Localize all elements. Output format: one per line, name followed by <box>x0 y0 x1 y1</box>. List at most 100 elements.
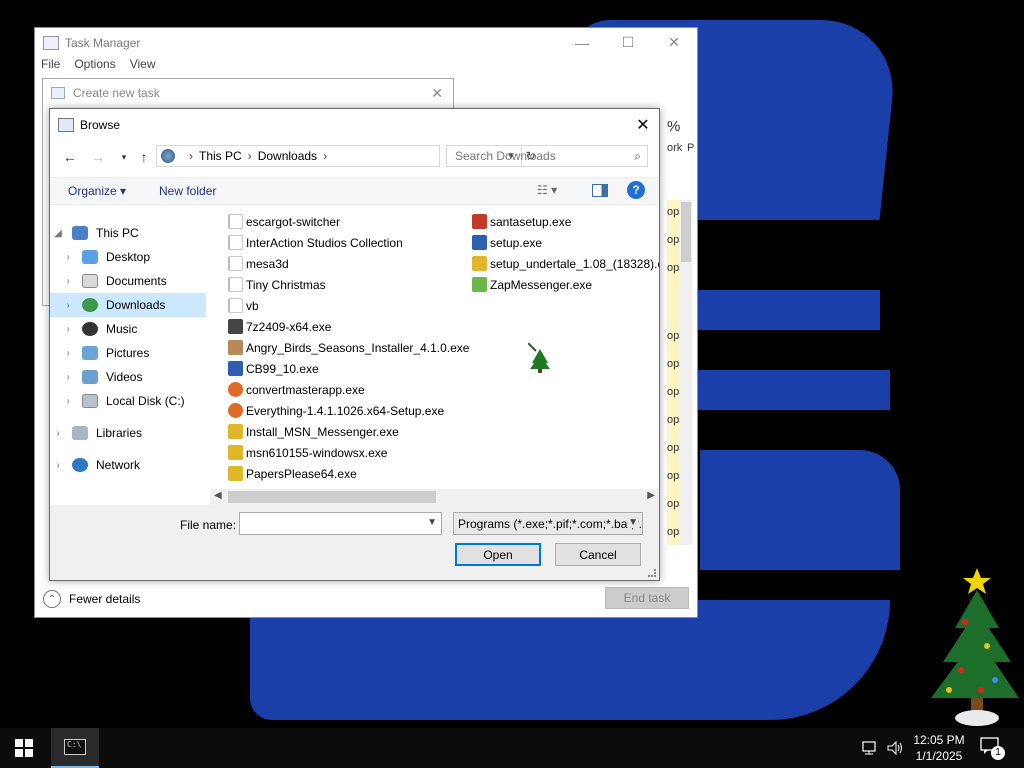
browse-titlebar[interactable]: Browse <box>50 109 659 140</box>
nav-music[interactable]: › Music <box>60 317 216 341</box>
list-item[interactable]: Tiny Christmas <box>228 274 326 295</box>
help-icon[interactable]: ? <box>627 181 645 199</box>
chevron-down-icon[interactable]: ▼ <box>427 517 437 528</box>
chevron-up-icon[interactable]: ⌃ <box>43 590 61 608</box>
start-button[interactable] <box>0 728 48 768</box>
list-item[interactable]: InterAction Studios Collection <box>228 232 403 253</box>
list-item[interactable]: setup_undertale_1.08_(18328).exe <box>472 253 659 274</box>
nav-videos[interactable]: › Videos <box>60 365 216 389</box>
list-item[interactable]: msn610155-windowsx.exe <box>228 442 387 463</box>
nav-downloads[interactable]: › Downloads <box>50 293 206 317</box>
nav-documents[interactable]: › Documents <box>60 269 216 293</box>
menu-file[interactable]: File <box>41 57 60 77</box>
forward-arrow-icon[interactable]: → <box>88 147 108 167</box>
scroll-left-icon[interactable]: ◀ <box>214 490 222 501</box>
fewer-details-link[interactable]: Fewer details <box>69 592 140 606</box>
browse-dialog: Browse ✕ ← → ▾ ↑ › This PC › Downloads ›… <box>49 108 660 581</box>
nav-local-disk[interactable]: › Local Disk (C:) <box>60 389 216 413</box>
breadcrumb-this-pc[interactable]: This PC <box>199 149 242 163</box>
new-folder-button[interactable]: New folder <box>159 184 216 198</box>
file-name-field[interactable]: ▼ <box>239 512 442 535</box>
close-icon[interactable]: ✕ <box>431 85 443 102</box>
list-item[interactable]: 7z2409-x64.exe <box>228 316 331 337</box>
breadcrumb-separator-icon[interactable]: › <box>189 149 193 163</box>
breadcrumb-separator-icon[interactable]: › <box>248 149 252 163</box>
network-tray-icon[interactable] <box>862 728 880 768</box>
close-button[interactable]: ✕ <box>651 28 697 57</box>
create-task-titlebar[interactable]: Create new task ✕ <box>43 79 453 107</box>
resize-grip-icon[interactable] <box>648 569 656 577</box>
end-task-button[interactable]: End task <box>605 587 689 609</box>
undertale-icon <box>472 256 487 271</box>
chevron-expanded-icon[interactable]: ◢ <box>50 228 66 239</box>
chevron-right-icon[interactable]: › <box>60 348 76 359</box>
recent-locations-chevron-icon[interactable]: ▾ <box>114 147 134 167</box>
chevron-right-icon[interactable]: › <box>60 324 76 335</box>
taskbar-app-terminal[interactable]: C:\ <box>51 728 99 768</box>
open-button[interactable]: Open <box>455 543 541 566</box>
scroll-right-icon[interactable]: ▶ <box>647 490 655 501</box>
address-bar[interactable]: › This PC › Downloads › ▼ ↻ <box>156 145 536 167</box>
maximize-button[interactable]: ☐ <box>605 28 651 57</box>
chevron-right-icon[interactable]: › <box>60 276 76 287</box>
scrollbar-thumb[interactable] <box>681 202 691 262</box>
nav-label: Videos <box>106 370 143 384</box>
nav-libraries[interactable]: › Libraries <box>50 421 206 445</box>
scrollbar-thumb[interactable] <box>228 491 436 503</box>
organize-button[interactable]: Organize ▾ <box>68 184 126 198</box>
list-item[interactable]: PapersPlease64.exe <box>228 463 357 484</box>
list-item[interactable]: Install_MSN_Messenger.exe <box>228 421 399 442</box>
task-manager-scrollbar[interactable] <box>680 200 692 545</box>
up-arrow-icon[interactable]: ↑ <box>134 147 154 167</box>
list-item[interactable]: Angry_Birds_Seasons_Installer_4.1.0.exe <box>228 337 469 358</box>
list-item[interactable]: mesa3d <box>228 253 289 274</box>
column-network[interactable]: ork <box>667 142 682 154</box>
list-item[interactable]: setup.exe <box>472 232 542 253</box>
list-item[interactable]: ZapMessenger.exe <box>472 274 592 295</box>
back-arrow-icon[interactable]: ← <box>60 147 80 167</box>
menu-options[interactable]: Options <box>74 57 115 77</box>
chevron-right-icon[interactable]: › <box>50 428 66 439</box>
chevron-right-icon[interactable]: › <box>60 252 76 263</box>
list-item[interactable]: Everything-1.4.1.1026.x64-Setup.exe <box>228 400 444 421</box>
system-clock[interactable]: 12:05 PM 1/1/2025 <box>906 732 972 764</box>
cancel-button[interactable]: Cancel <box>555 543 641 566</box>
search-placeholder: Search Downloads <box>455 149 556 163</box>
list-item[interactable]: CB99_10.exe <box>228 358 319 379</box>
search-icon[interactable]: ⌕ <box>634 149 641 164</box>
nav-network[interactable]: › Network <box>50 453 206 477</box>
column-p[interactable]: P <box>687 142 694 154</box>
list-item[interactable]: escargot-switcher <box>228 211 340 232</box>
preview-pane-icon[interactable] <box>592 184 608 197</box>
santa-icon <box>472 214 487 229</box>
clock-time: 12:05 PM <box>913 733 965 747</box>
list-item[interactable]: vb <box>228 295 259 316</box>
breadcrumb-separator-icon[interactable]: › <box>323 149 327 163</box>
list-item[interactable]: convertmasterapp.exe <box>228 379 365 400</box>
breadcrumb-downloads[interactable]: Downloads <box>258 149 317 163</box>
chevron-right-icon[interactable]: › <box>50 460 66 471</box>
list-item[interactable]: santasetup.exe <box>472 211 571 232</box>
chevron-right-icon[interactable]: › <box>60 300 76 311</box>
volume-tray-icon[interactable] <box>886 728 904 768</box>
nav-this-pc[interactable]: ◢ This PC <box>50 221 206 245</box>
notification-count: 1 <box>991 746 1005 760</box>
chevron-down-icon[interactable]: ▼ <box>628 517 638 528</box>
music-icon <box>82 322 98 336</box>
chevron-right-icon[interactable]: › <box>60 372 76 383</box>
close-button[interactable]: ✕ <box>627 109 659 140</box>
file-name: 7z2409-x64.exe <box>246 319 332 334</box>
nav-pictures[interactable]: › Pictures <box>60 341 216 365</box>
chevron-right-icon[interactable]: › <box>60 396 76 407</box>
file-name: escargot-switcher <box>246 214 341 229</box>
view-options-icon[interactable]: ☷ ▾ <box>537 183 573 197</box>
network-column-cells: ops ops ops ops ops ops ops ops ops ops … <box>667 200 685 545</box>
nav-label: Documents <box>106 274 167 288</box>
horizontal-scrollbar[interactable]: ◀ ▶ <box>210 489 659 505</box>
file-type-select[interactable]: Programs (*.exe;*.pif;*.com;*.bat;*.cmd)… <box>453 512 643 535</box>
menu-view[interactable]: View <box>130 57 156 77</box>
minimize-button[interactable]: — <box>559 28 605 57</box>
search-input[interactable]: Search Downloads ⌕ <box>446 145 648 167</box>
action-center-icon[interactable]: 1 <box>980 737 1005 760</box>
nav-desktop[interactable]: › Desktop <box>60 245 216 269</box>
